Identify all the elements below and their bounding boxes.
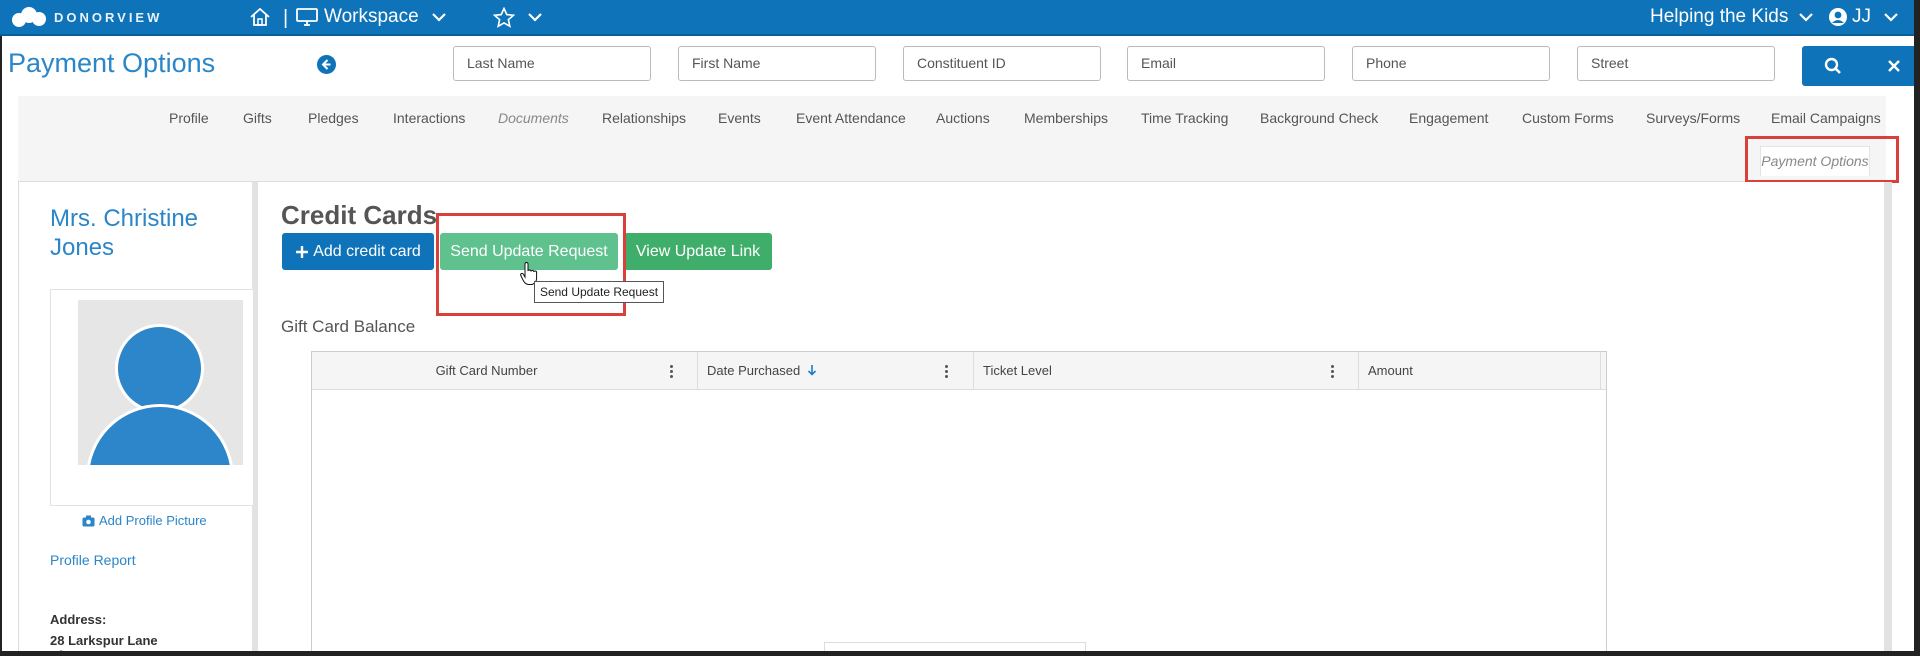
chevron-down-icon — [528, 13, 542, 22]
column-gift-card-number[interactable]: Gift Card Number — [312, 352, 698, 390]
window-left-border — [0, 0, 2, 656]
back-button[interactable] — [317, 55, 336, 74]
chevron-down-icon — [1884, 13, 1898, 22]
profile-tabs-bar — [18, 96, 1886, 182]
close-icon — [1887, 60, 1900, 72]
page-title: Payment Options — [8, 48, 216, 78]
add-credit-card-button[interactable]: Add credit card — [282, 233, 434, 270]
topbar-separator: | — [283, 7, 289, 29]
view-update-link-button[interactable]: View Update Link — [624, 233, 772, 270]
grid-header-row: Gift Card Number Date Purchased Ticket L… — [312, 352, 1606, 390]
tab-time-tracking[interactable]: Time Tracking — [1141, 110, 1228, 126]
tab-interactions[interactable]: Interactions — [393, 110, 465, 126]
phone-search-input[interactable]: Phone — [1352, 46, 1550, 81]
constituent-id-search-input[interactable]: Constituent ID — [903, 46, 1101, 81]
tab-custom-forms[interactable]: Custom Forms — [1522, 110, 1614, 126]
tab-email-campaigns[interactable]: Email Campaigns — [1771, 110, 1881, 126]
donorview-logo-icon — [12, 7, 46, 27]
favorites-menu[interactable] — [493, 0, 543, 34]
tab-profile[interactable]: Profile — [169, 110, 209, 126]
column-header-label: Amount — [1368, 363, 1413, 378]
organization-menu[interactable]: Helping the Kids — [1650, 0, 1814, 34]
credit-cards-heading: Credit Cards — [281, 200, 438, 230]
arrow-left-icon — [321, 59, 331, 70]
column-amount[interactable]: Amount — [1359, 352, 1601, 390]
tab-pledges[interactable]: Pledges — [308, 110, 359, 126]
column-ticket-level[interactable]: Ticket Level — [974, 352, 1359, 390]
chevron-down-icon — [1799, 13, 1814, 22]
main-scrollbar[interactable] — [1884, 182, 1892, 656]
add-profile-picture-link[interactable]: Add Profile Picture — [82, 513, 207, 528]
add-credit-card-label: Add credit card — [313, 242, 421, 260]
tab-documents[interactable]: Documents — [498, 110, 569, 126]
window-bottom-border — [0, 651, 1920, 656]
search-icon — [1824, 57, 1841, 74]
tab-surveys-forms[interactable]: Surveys/Forms — [1646, 110, 1740, 126]
user-initials: JJ — [1852, 6, 1871, 27]
camera-icon — [82, 515, 95, 526]
email-search-input[interactable]: Email — [1127, 46, 1325, 81]
send-update-request-tooltip: Send Update Request — [534, 281, 664, 303]
window-right-border — [1914, 0, 1920, 656]
profile-report-link[interactable]: Profile Report — [50, 552, 136, 568]
street-search-input[interactable]: Street — [1577, 46, 1775, 81]
app-logo[interactable]: DONORVIEW — [12, 7, 162, 27]
payment-options-tab-highlight-box — [1745, 136, 1899, 183]
gift-card-balance-heading: Gift Card Balance — [281, 317, 416, 336]
user-menu[interactable]: JJ — [1828, 0, 1899, 34]
avatar-head-shape — [115, 324, 204, 413]
tab-background-check[interactable]: Background Check — [1260, 110, 1378, 126]
column-menu-icon[interactable] — [665, 352, 677, 390]
last-name-search-input[interactable]: Last Name — [453, 46, 651, 81]
tab-engagement[interactable]: Engagement — [1409, 110, 1488, 126]
address-line-1: 28 Larkspur Lane — [50, 633, 158, 648]
column-header-label: Ticket Level — [983, 363, 1052, 378]
monitor-icon — [296, 8, 318, 26]
chevron-down-icon — [431, 13, 446, 22]
column-header-label: Gift Card Number — [435, 363, 538, 378]
organization-name: Helping the Kids — [1650, 6, 1789, 27]
gift-card-grid: Gift Card Number Date Purchased Ticket L… — [311, 351, 1607, 656]
column-menu-icon[interactable] — [940, 352, 952, 390]
tab-events[interactable]: Events — [718, 110, 761, 126]
avatar-body-shape — [86, 404, 234, 465]
tab-memberships[interactable]: Memberships — [1024, 110, 1108, 126]
column-menu-icon[interactable] — [1326, 352, 1338, 390]
user-circle-icon — [1829, 8, 1847, 26]
top-navigation-bar: DONORVIEW | Workspace Helping the Kids J… — [0, 0, 1920, 36]
tab-auctions[interactable]: Auctions — [936, 110, 990, 126]
star-icon — [493, 6, 515, 28]
avatar — [78, 300, 243, 465]
tab-gifts[interactable]: Gifts — [243, 110, 272, 126]
workspace-menu[interactable]: Workspace — [296, 0, 447, 34]
home-button[interactable] — [249, 0, 271, 34]
logo-text: DONORVIEW — [54, 9, 163, 25]
plus-icon — [296, 245, 309, 258]
address-label: Address: — [50, 612, 107, 627]
sort-descending-arrow-icon — [807, 365, 816, 376]
search-button-group — [1802, 46, 1920, 86]
constituent-name: Mrs. Christine Jones — [50, 205, 199, 261]
column-header-label: Date Purchased — [707, 363, 801, 378]
clear-search-button[interactable] — [1863, 46, 1920, 86]
home-icon — [250, 7, 270, 26]
workspace-label: Workspace — [324, 6, 419, 27]
search-button[interactable] — [1802, 46, 1863, 86]
first-name-search-input[interactable]: First Name — [678, 46, 876, 81]
column-date-purchased[interactable]: Date Purchased — [698, 352, 974, 390]
add-profile-picture-label: Add Profile Picture — [99, 513, 207, 528]
tab-relationships[interactable]: Relationships — [602, 110, 686, 126]
tab-event-attendance[interactable]: Event Attendance — [796, 110, 906, 126]
